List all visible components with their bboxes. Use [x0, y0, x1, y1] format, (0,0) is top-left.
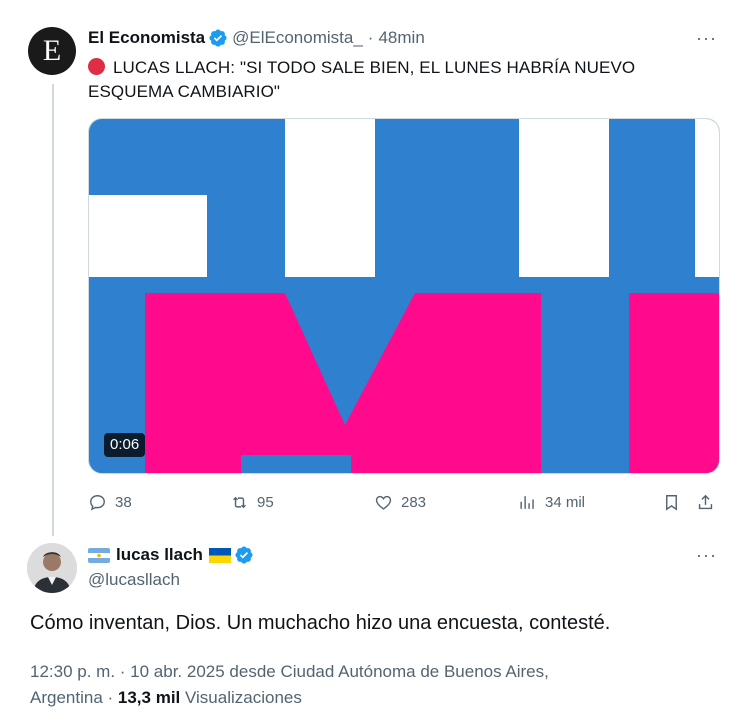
red-circle-icon [88, 58, 105, 75]
lucas-llach-avatar[interactable] [27, 543, 77, 593]
tweet1-author-name[interactable]: El Economista [88, 28, 205, 48]
like-icon [375, 495, 392, 510]
tweet2-text: Cómo inventan, Dios. Un muchacho hizo un… [30, 612, 611, 634]
views-icon [520, 495, 534, 509]
verified-badge-icon [209, 29, 227, 47]
video-duration-badge: 0:06 [104, 433, 146, 457]
bookmark-button[interactable] [662, 490, 689, 514]
thread-connector-line [52, 84, 54, 536]
verified-badge-icon [235, 546, 253, 564]
tweet1-text-content: LUCAS LLACH: "SI TODO SALE BIEN, EL LUNE… [88, 58, 636, 101]
ukraine-flag-icon [208, 547, 231, 563]
meta-separator: · [102, 688, 118, 707]
views-label[interactable]: Visualizaciones [180, 688, 302, 707]
separator-dot: · [367, 28, 374, 47]
video-pink-shapes [145, 293, 719, 473]
tweet1-more-button[interactable]: ··· [696, 28, 717, 49]
retweet-icon [233, 496, 246, 508]
tweet1-handle[interactable]: @ElEconomista_ [232, 28, 363, 48]
tweet1-text: LUCAS LLACH: "SI TODO SALE BIEN, EL LUNE… [88, 56, 688, 104]
argentina-flag-icon [88, 547, 110, 563]
reply-action[interactable]: 38 [88, 490, 132, 514]
reply-icon [90, 494, 105, 511]
tweet1-time[interactable]: 48min [378, 28, 424, 48]
retweet-action[interactable]: 95 [230, 490, 274, 514]
views-count: 34 mil [545, 493, 586, 511]
share-button[interactable] [696, 490, 723, 514]
views-total: 13,3 mil [117, 688, 181, 707]
reply-count: 38 [115, 493, 132, 511]
tweet2-meta-line2: Argentina · 13,3 mil Visualizaciones [30, 685, 650, 711]
tweet2-handle[interactable]: @lucasllach [88, 570, 180, 590]
retweet-count: 95 [257, 493, 274, 511]
profile-photo-icon [27, 543, 77, 593]
tweet2-author-name[interactable]: lucas llach [116, 545, 203, 565]
avatar-letter: E [42, 34, 62, 67]
tweet2-meta: 12:30 p. m. · 10 abr. 2025 desde Ciudad … [30, 659, 650, 711]
tweet2-timestamp-location[interactable]: 12:30 p. m. · 10 abr. 2025 desde Ciudad … [30, 659, 650, 685]
views-action[interactable]: 34 mil [518, 490, 585, 514]
like-action[interactable]: 283 [374, 490, 426, 514]
like-count: 283 [401, 493, 427, 511]
tweet1-video[interactable] [88, 118, 720, 474]
el-economista-avatar[interactable]: E [28, 27, 76, 75]
share-icon [698, 494, 713, 509]
tweet2-header: lucas llach [88, 545, 258, 565]
tweet2-more-button[interactable]: ··· [696, 545, 717, 566]
tweet2-location-country: Argentina [30, 688, 103, 707]
bookmark-icon [666, 494, 677, 511]
tweet1-header: El Economista @ElEconomista_ · 48min [88, 28, 425, 48]
